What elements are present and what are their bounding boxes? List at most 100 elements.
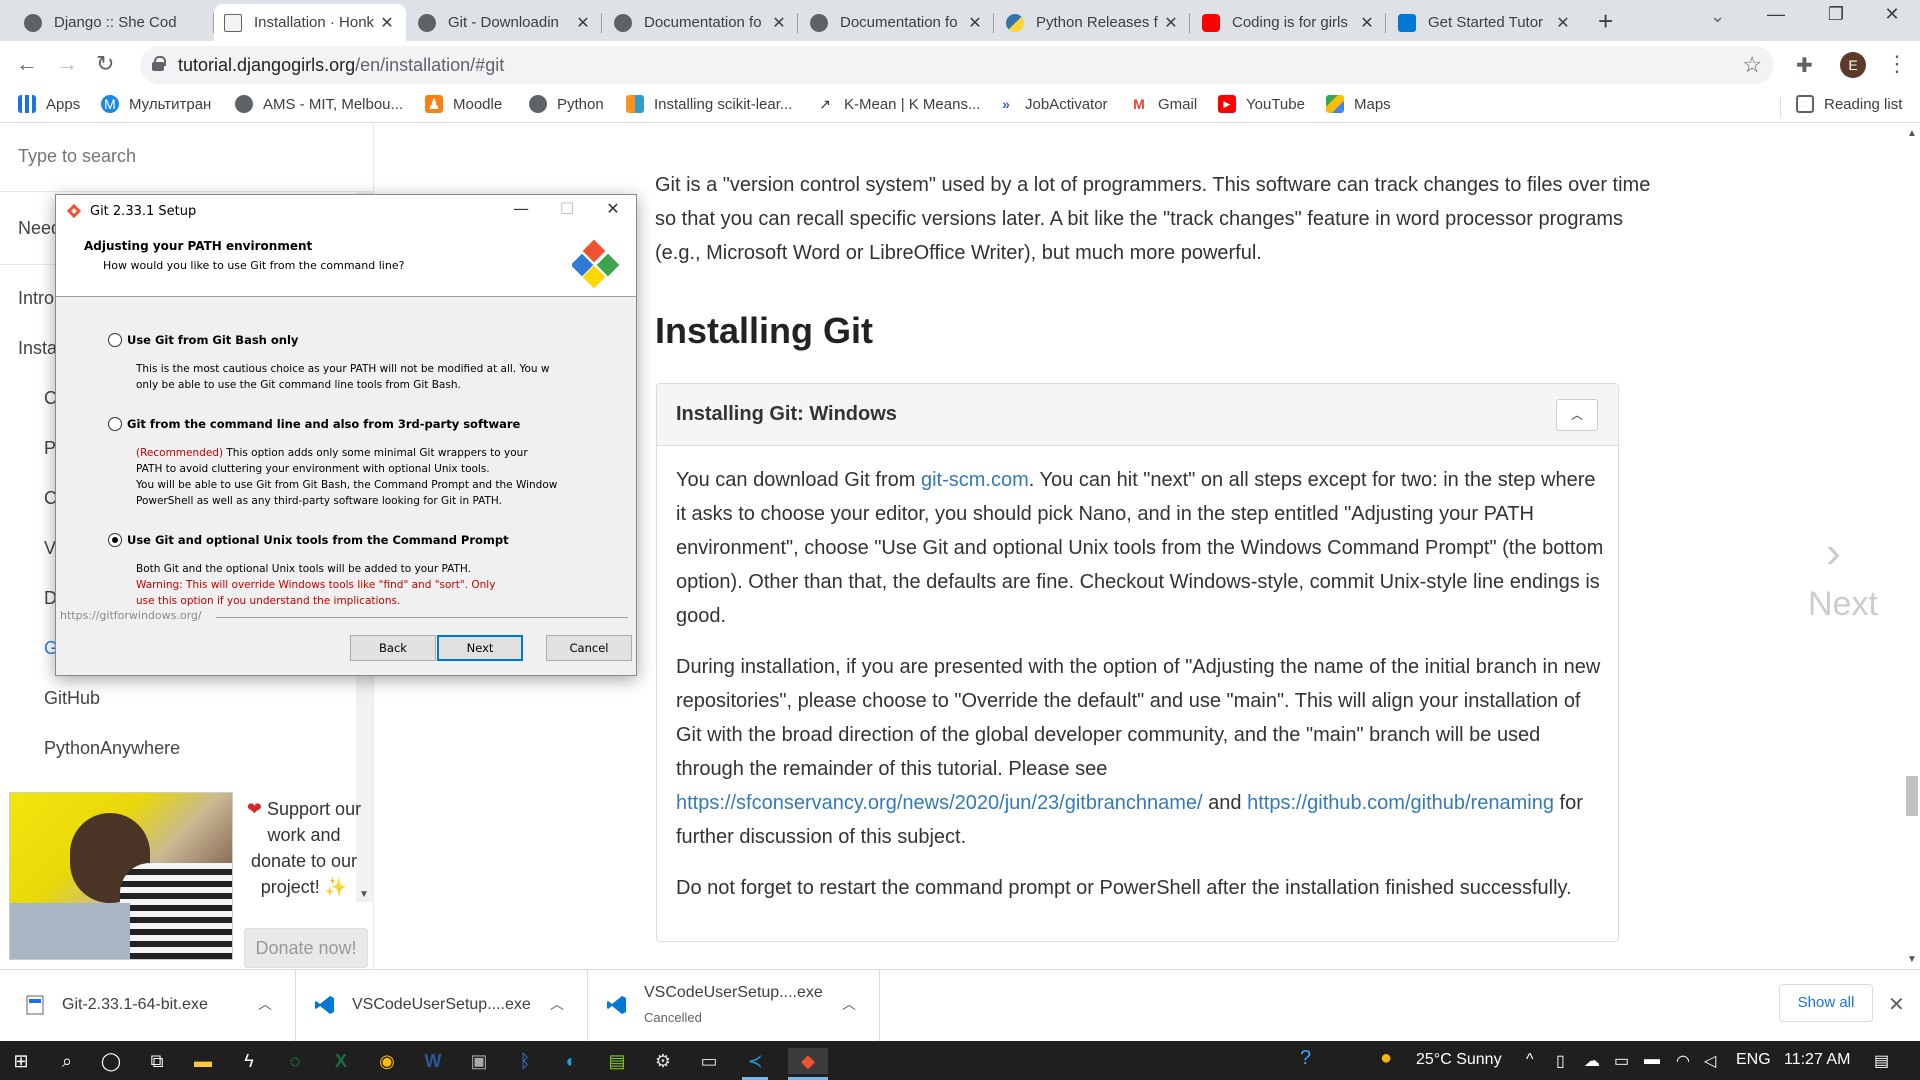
tab-django-she-codes[interactable]: Django :: She Cod: [14, 4, 214, 41]
sfconservancy-link[interactable]: https://sfconservancy.org/news/2020/jun/…: [676, 792, 1203, 814]
bookmark-moodle[interactable]: ♟ Moodle: [425, 95, 502, 113]
search-icon[interactable]: ⌕: [54, 1048, 80, 1074]
excel-icon[interactable]: X: [328, 1048, 354, 1074]
bookmark-multitran[interactable]: M Мультитран: [101, 95, 211, 113]
github-renaming-link[interactable]: https://github.com/github/renaming: [1247, 792, 1554, 814]
next-page-link[interactable]: Next: [1808, 585, 1878, 624]
toc-subitem-github[interactable]: GitHub: [44, 688, 100, 709]
scroll-thumb[interactable]: [1906, 776, 1918, 816]
cortana-circle-icon[interactable]: ◯: [98, 1048, 124, 1074]
close-tab-icon[interactable]: ✕: [1358, 13, 1376, 33]
download-item-vscode-1[interactable]: VSCodeUserSetup....exe ︿: [296, 970, 588, 1042]
scroll-down-arrow-icon[interactable]: ▼: [1907, 954, 1917, 965]
lock-icon[interactable]: [152, 56, 166, 71]
cancel-button[interactable]: Cancel: [546, 635, 632, 661]
scroll-up-arrow-icon[interactable]: ▲: [1907, 128, 1917, 139]
tab-get-started[interactable]: Get Started Tutor ✕: [1388, 4, 1582, 41]
tab-coding-for-girls[interactable]: Coding is for girls ✕: [1192, 4, 1386, 41]
donate-button[interactable]: Donate now!: [244, 928, 368, 968]
option-git-bash-only[interactable]: Use Git from Git Bash only: [108, 333, 298, 347]
notifications-icon[interactable]: ▤: [1874, 1051, 1889, 1071]
download-item-vscode-2[interactable]: VSCodeUserSetup....exe Cancelled ︿: [588, 970, 880, 1042]
help-icon[interactable]: ?: [1300, 1047, 1311, 1070]
volume-icon[interactable]: ◁: [1704, 1051, 1716, 1071]
dialog-close-icon[interactable]: ✕: [590, 199, 636, 223]
option-command-line-3rd-party[interactable]: Git from the command line and also from …: [108, 417, 520, 431]
bookmark-python[interactable]: Python: [529, 95, 604, 113]
page-scrollbar[interactable]: ▲ ▼: [1903, 124, 1920, 969]
word-icon[interactable]: W: [420, 1048, 446, 1074]
bookmark-jobactivator[interactable]: » JobActivator: [997, 95, 1107, 113]
address-bar[interactable]: tutorial.djangogirls.org/en/installation…: [140, 46, 1774, 84]
minecraft-icon[interactable]: ▤: [604, 1048, 630, 1074]
extensions-puzzle-icon[interactable]: ✚: [1796, 53, 1813, 78]
close-shelf-icon[interactable]: ✕: [1888, 992, 1905, 1017]
download-item-git[interactable]: Git-2.33.1-64-bit.exe ︿: [0, 970, 296, 1042]
bookmark-apps[interactable]: Apps: [18, 95, 80, 113]
reading-list-button[interactable]: Reading list: [1796, 95, 1902, 113]
lightning-app-icon[interactable]: ϟ: [236, 1048, 262, 1074]
tab-documentation-2[interactable]: Documentation fo ✕: [800, 4, 994, 41]
close-window-icon[interactable]: ✕: [1862, 4, 1920, 34]
chevron-up-icon[interactable]: ︿: [550, 994, 564, 1014]
refresh-app-icon[interactable]: ◌: [282, 1048, 308, 1074]
dialog-titlebar[interactable]: Git 2.33.1 Setup — ☐ ✕: [56, 195, 636, 227]
language-indicator[interactable]: ENG: [1736, 1051, 1771, 1069]
vscode-taskbar-icon[interactable]: ≺: [742, 1048, 768, 1074]
next-chevron-icon[interactable]: ›: [1826, 528, 1841, 578]
radio-command-line-3rd-party[interactable]: [108, 417, 122, 431]
bluetooth-app-icon[interactable]: ᛒ: [512, 1048, 538, 1074]
profile-avatar[interactable]: E: [1840, 52, 1866, 78]
toc-subitem-pythonanywhere[interactable]: PythonAnywhere: [44, 738, 180, 759]
bookmark-kmeans[interactable]: ↗ K-Mean | K Means...: [816, 95, 980, 113]
bookmark-star-icon[interactable]: ☆: [1742, 52, 1762, 78]
bookmark-gmail[interactable]: M Gmail: [1130, 95, 1197, 113]
onedrive-cloud-icon[interactable]: ☁: [1584, 1051, 1600, 1071]
tab-git-downloading[interactable]: Git - Downloadin ✕: [408, 4, 602, 41]
paint-icon[interactable]: ▣: [466, 1048, 492, 1074]
tab-search-chevron-icon[interactable]: ⌄: [1710, 6, 1725, 27]
file-explorer-icon[interactable]: ▬: [190, 1048, 216, 1074]
radio-git-bash-only[interactable]: [108, 333, 122, 347]
chrome-icon[interactable]: ◉: [374, 1048, 400, 1074]
new-tab-icon[interactable]: +: [1598, 6, 1613, 37]
task-view-icon[interactable]: ⧉: [144, 1048, 170, 1074]
restore-window-icon[interactable]: ❐: [1806, 4, 1866, 34]
back-button[interactable]: Back: [350, 635, 436, 661]
bookmark-youtube[interactable]: ▶ YouTube: [1218, 95, 1305, 113]
close-tab-icon[interactable]: ✕: [966, 13, 984, 33]
bookmark-scikit-learn[interactable]: Installing scikit-lear...: [626, 95, 792, 113]
weather-text[interactable]: 25°C Sunny: [1416, 1051, 1502, 1069]
minimize-window-icon[interactable]: —: [1746, 4, 1806, 34]
close-tab-icon[interactable]: ✕: [1162, 13, 1180, 33]
monitor-icon[interactable]: ▭: [1614, 1051, 1629, 1071]
radio-git-and-unix-tools-selected[interactable]: [108, 533, 122, 547]
tab-python-releases[interactable]: Python Releases f ✕: [996, 4, 1190, 41]
tray-overflow-chevron-icon[interactable]: ^: [1526, 1051, 1534, 1069]
next-button[interactable]: Next: [437, 635, 523, 661]
bookmark-ams[interactable]: AMS - MIT, Melbou...: [235, 95, 403, 113]
bookmark-maps[interactable]: Maps: [1326, 95, 1391, 113]
clock[interactable]: 11:27 AM: [1784, 1051, 1850, 1069]
reload-icon[interactable]: ↻: [96, 51, 114, 77]
git-scm-link[interactable]: git-scm.com: [921, 469, 1029, 491]
terminal-icon[interactable]: ▭: [696, 1048, 722, 1074]
show-all-downloads-button[interactable]: Show all: [1779, 984, 1873, 1022]
edge-icon[interactable]: ◐: [558, 1048, 584, 1074]
windows-start-icon[interactable]: ⊞: [8, 1048, 34, 1074]
tray-app-icon[interactable]: ▯: [1556, 1051, 1565, 1071]
tab-installation[interactable]: Installation · Honk ✕: [214, 4, 406, 41]
panel-header[interactable]: Installing Git: Windows ︿: [657, 384, 1618, 446]
chevron-up-icon[interactable]: ︿: [258, 994, 272, 1014]
battery-icon[interactable]: ▬: [1644, 1051, 1660, 1069]
toc-item-intro[interactable]: Intro: [18, 288, 54, 309]
python-idle-icon[interactable]: ⚙: [650, 1048, 676, 1074]
dialog-minimize-icon[interactable]: —: [498, 199, 544, 223]
forward-arrow-icon[interactable]: →: [56, 51, 78, 77]
weather-sun-icon[interactable]: ●: [1380, 1047, 1392, 1070]
toc-item-installation[interactable]: Insta: [18, 338, 57, 359]
close-tab-icon[interactable]: ✕: [378, 13, 396, 33]
git-setup-taskbar-icon[interactable]: ◆: [788, 1048, 828, 1074]
search-input[interactable]: [18, 146, 338, 167]
close-tab-icon[interactable]: ✕: [574, 13, 592, 33]
